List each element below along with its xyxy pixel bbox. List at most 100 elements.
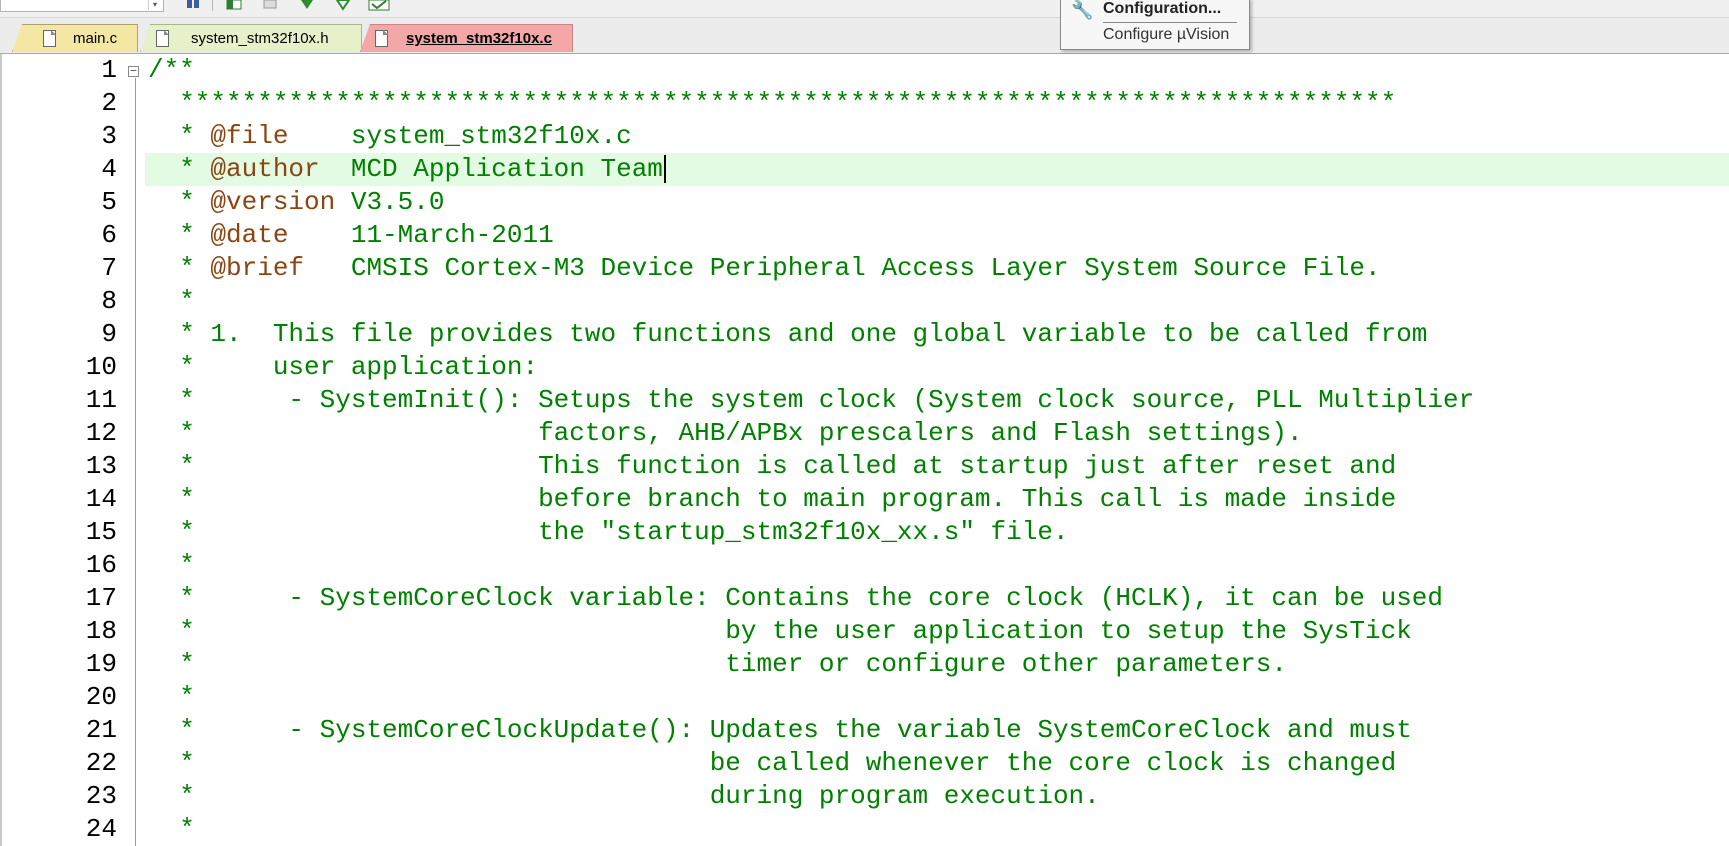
code-line[interactable]: 23 * during program execution. xyxy=(2,780,1729,813)
code-line[interactable]: 13 * This function is called at startup … xyxy=(2,450,1729,483)
comment-text: * 1. This file provides two functions an… xyxy=(148,319,1428,349)
code-line[interactable]: 2 **************************************… xyxy=(2,87,1729,120)
code-text: * @version V3.5.0 xyxy=(145,186,1729,219)
toolbar-separator xyxy=(212,0,213,11)
doc-tag: @date xyxy=(210,220,289,250)
copy-icon[interactable] xyxy=(262,0,280,12)
line-number: 20 xyxy=(85,682,117,712)
comment-text: * xyxy=(148,286,195,316)
code-text: * xyxy=(145,285,1729,318)
wrench-icon: 🔧 xyxy=(1071,0,1094,20)
code-line[interactable]: 11 * - SystemInit(): Setups the system c… xyxy=(2,384,1729,417)
code-line[interactable]: 7 * @brief CMSIS Cortex-M3 Device Periph… xyxy=(2,252,1729,285)
comment-text: MCD Application Team xyxy=(319,154,663,184)
code-text: /** xyxy=(145,54,1729,87)
line-number: 16 xyxy=(85,550,117,580)
tooltip-description: Configure µVision xyxy=(1103,26,1230,43)
header-file-icon xyxy=(156,30,169,47)
code-text: * @author MCD Application Team xyxy=(145,153,1729,186)
code-line[interactable]: 10 * user application: xyxy=(2,351,1729,384)
code-line[interactable]: 19 * timer or configure other parameters… xyxy=(2,648,1729,681)
code-text: * by the user application to setup the S… xyxy=(145,615,1729,648)
code-text: * before branch to main program. This ca… xyxy=(145,483,1729,516)
code-line[interactable]: 22 * be called whenever the core clock i… xyxy=(2,747,1729,780)
line-number: 2 xyxy=(101,88,117,118)
comment-text: * - SystemCoreClock variable: Contains t… xyxy=(148,583,1444,613)
doc-tag: @file xyxy=(210,121,289,151)
tooltip-divider xyxy=(1103,22,1237,23)
code-text: * - SystemCoreClockUpdate(): Updates the… xyxy=(145,714,1729,747)
line-number: 4 xyxy=(101,154,117,184)
target-combo[interactable]: ▾ xyxy=(0,0,164,12)
code-line[interactable]: 9 * 1. This file provides two functions … xyxy=(2,318,1729,351)
toolbar: ▾ xyxy=(0,0,1729,18)
comment-text: CMSIS Cortex-M3 Device Peripheral Access… xyxy=(304,253,1381,283)
code-line[interactable]: 14 * before branch to main program. This… xyxy=(2,483,1729,516)
code-text: * timer or configure other parameters. xyxy=(145,648,1729,681)
check-icon[interactable] xyxy=(368,0,390,12)
line-number: 12 xyxy=(85,418,117,448)
code-line[interactable]: 4 * @author MCD Application Team xyxy=(2,153,1729,186)
code-text: * @file system_stm32f10x.c xyxy=(145,120,1729,153)
code-line[interactable]: 21 * - SystemCoreClockUpdate(): Updates … xyxy=(2,714,1729,747)
window-icon[interactable] xyxy=(226,0,244,12)
comment-prefix: * xyxy=(148,154,211,184)
debug-icon[interactable] xyxy=(334,0,352,12)
comment-text: * by the user application to setup the S… xyxy=(148,616,1412,646)
code-line[interactable]: 5 * @version V3.5.0 xyxy=(2,186,1729,219)
code-editor[interactable]: − 1/** 2 ********************************… xyxy=(0,54,1729,846)
comment-prefix: * xyxy=(148,121,211,151)
code-line[interactable]: 1 /** xyxy=(2,54,1729,87)
comment-text: 11-March-2011 xyxy=(288,220,554,250)
code-line[interactable]: 8 * xyxy=(2,285,1729,318)
tab-system-stm32f10x-c[interactable]: system_stm32f10x.c xyxy=(360,24,573,52)
download-arrow-icon[interactable] xyxy=(298,0,316,12)
file-icon xyxy=(375,30,388,47)
find-icon[interactable] xyxy=(186,0,204,12)
comment-text: /** xyxy=(148,55,195,85)
comment-prefix: * xyxy=(148,187,211,217)
code-line[interactable]: 18 * by the user application to setup th… xyxy=(2,615,1729,648)
code-text: * factors, AHB/APBx prescalers and Flash… xyxy=(145,417,1729,450)
comment-text: * xyxy=(148,814,195,844)
line-number: 23 xyxy=(85,781,117,811)
comment-text: * This function is called at startup jus… xyxy=(148,451,1397,481)
code-text: * - SystemCoreClock variable: Contains t… xyxy=(145,582,1729,615)
line-number: 17 xyxy=(85,583,117,613)
code-text: * xyxy=(145,813,1729,846)
comment-text: * timer or configure other parameters. xyxy=(148,649,1287,679)
code-line[interactable]: 20 * xyxy=(2,681,1729,714)
tab-system-stm32f10x-h[interactable]: system_stm32f10x.h xyxy=(140,24,362,52)
code-line[interactable]: 24 * xyxy=(2,813,1729,846)
line-number: 21 xyxy=(85,715,117,745)
comment-text: * user application: xyxy=(148,352,539,382)
code-line[interactable]: 12 * factors, AHB/APBx prescalers and Fl… xyxy=(2,417,1729,450)
code-line[interactable]: 3 * @file system_stm32f10x.c xyxy=(2,120,1729,153)
editor-tab-bar: main.c system_stm32f10x.h system_stm32f1… xyxy=(0,18,1729,54)
tab-main-c[interactable]: main.c xyxy=(12,24,138,52)
code-line[interactable]: 16 * xyxy=(2,549,1729,582)
code-text: * @date 11-March-2011 xyxy=(145,219,1729,252)
code-text: * user application: xyxy=(145,351,1729,384)
code-line[interactable]: 15 * the "startup_stm32f10x_xx.s" file. xyxy=(2,516,1729,549)
comment-text: * factors, AHB/APBx prescalers and Flash… xyxy=(148,418,1303,448)
comment-text: * - SystemInit(): Setups the system cloc… xyxy=(148,385,1475,415)
uvision-window: ▾ main.c system_stm32f10x.h system_stm32… xyxy=(0,0,1729,846)
code-text: * be called whenever the core clock is c… xyxy=(145,747,1729,780)
code-line[interactable]: 6 * @date 11-March-2011 xyxy=(2,219,1729,252)
comment-text: * - SystemCoreClockUpdate(): Updates the… xyxy=(148,715,1412,745)
code-text: * the "startup_stm32f10x_xx.s" file. xyxy=(145,516,1729,549)
code-text: * - SystemInit(): Setups the system cloc… xyxy=(145,384,1729,417)
line-number: 11 xyxy=(85,385,117,415)
comment-text: * before branch to main program. This ca… xyxy=(148,484,1397,514)
tab-label: system_stm32f10x.h xyxy=(191,30,329,47)
line-number: 8 xyxy=(101,286,117,316)
chevron-down-icon[interactable]: ▾ xyxy=(148,0,161,10)
code-text: * 1. This file provides two functions an… xyxy=(145,318,1729,351)
comment-text: ****************************************… xyxy=(148,88,1397,118)
comment-text: * be called whenever the core clock is c… xyxy=(148,748,1397,778)
line-number: 13 xyxy=(85,451,117,481)
code-line[interactable]: 17 * - SystemCoreClock variable: Contain… xyxy=(2,582,1729,615)
comment-text: * xyxy=(148,550,195,580)
doc-tag: @version xyxy=(210,187,336,217)
